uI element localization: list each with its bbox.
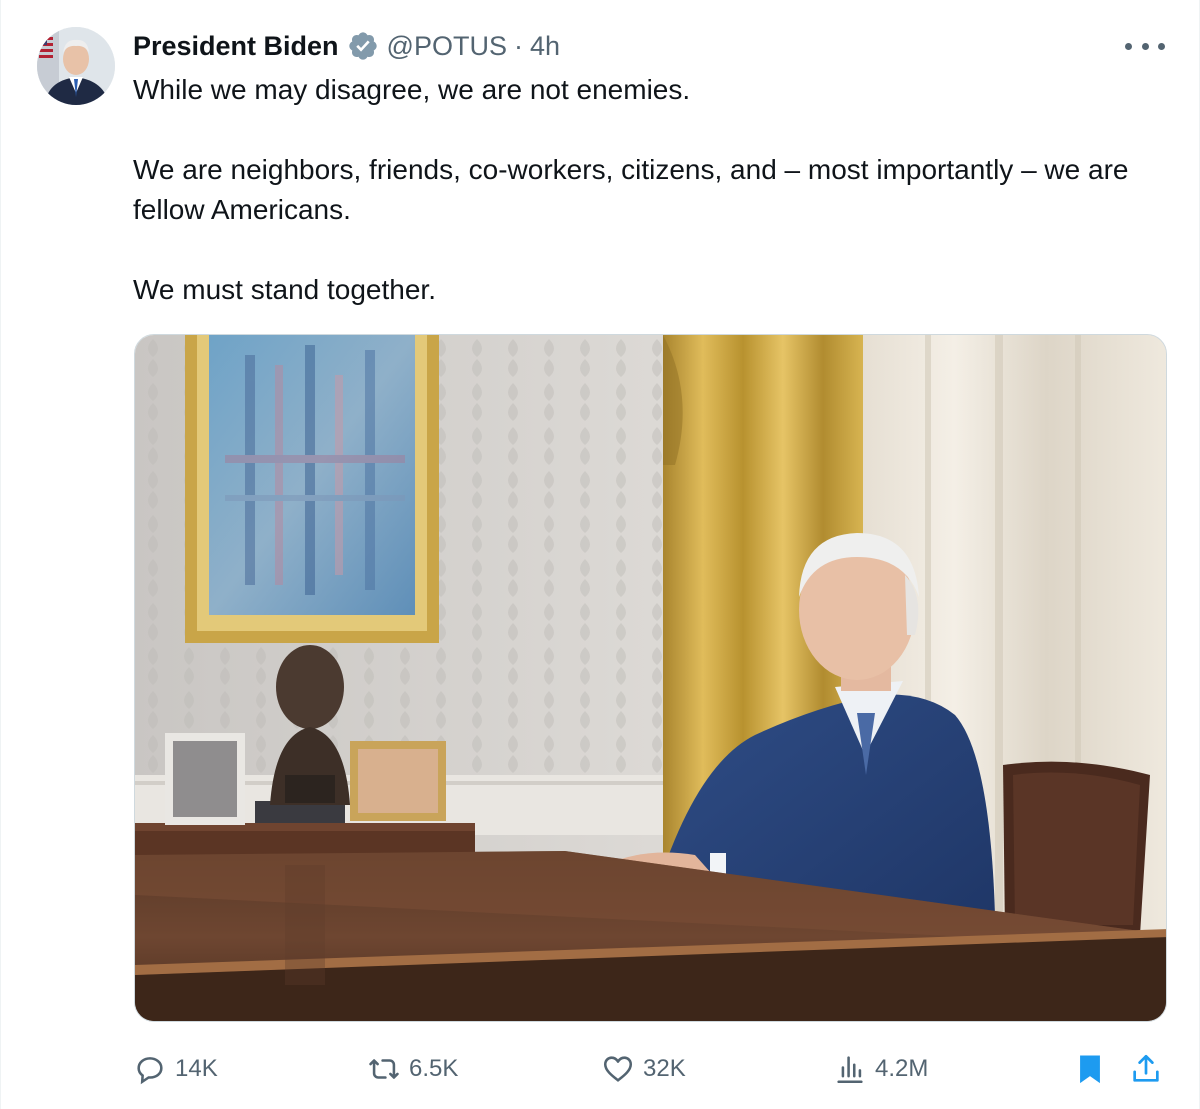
author-name[interactable]: President Biden [133, 31, 339, 62]
repost-count: 6.5K [409, 1055, 459, 1082]
bookmark-button[interactable] [1073, 1046, 1107, 1092]
bookmark-icon [1080, 1055, 1100, 1084]
reply-icon [137, 1057, 163, 1085]
tweet-card[interactable]: President Biden @POTUS · 4h While we may… [0, 0, 1200, 1109]
tweet-text: While we may disagree, we are not enemie… [133, 70, 1163, 310]
tweet-photo[interactable] [134, 334, 1167, 1022]
more-dot [1141, 42, 1149, 50]
author-handle[interactable]: @POTUS [387, 31, 507, 62]
analytics-icon [837, 1056, 863, 1084]
more-options-icon[interactable] [1125, 34, 1165, 58]
repost-button[interactable]: 6.5K [367, 1046, 458, 1092]
share-icon [1133, 1054, 1159, 1082]
view-count: 4.2M [875, 1055, 929, 1082]
verified-badge-icon[interactable] [347, 30, 379, 62]
timestamp[interactable]: 4h [530, 31, 560, 62]
tweet-actions: 14K 6.5K 32K 4.2M [133, 1046, 1173, 1092]
repost-icon [369, 1059, 399, 1079]
heart-icon [603, 1056, 633, 1082]
separator-dot: · [513, 30, 523, 61]
tweet-header: President Biden @POTUS · 4h [133, 28, 560, 64]
tweet-paragraph: We are neighbors, friends, co-workers, c… [133, 154, 1129, 225]
reply-button[interactable]: 14K [133, 1046, 218, 1092]
more-dot [1158, 42, 1165, 50]
like-count: 32K [643, 1055, 686, 1082]
avatar[interactable] [37, 27, 115, 105]
views-button[interactable]: 4.2M [833, 1046, 928, 1092]
like-button[interactable]: 32K [601, 1046, 686, 1092]
more-dot [1125, 42, 1132, 50]
tweet-paragraph: We must stand together. [133, 274, 436, 305]
share-button[interactable] [1129, 1046, 1163, 1092]
tweet-paragraph: While we may disagree, we are not enemie… [133, 74, 691, 105]
reply-count: 14K [175, 1055, 218, 1082]
